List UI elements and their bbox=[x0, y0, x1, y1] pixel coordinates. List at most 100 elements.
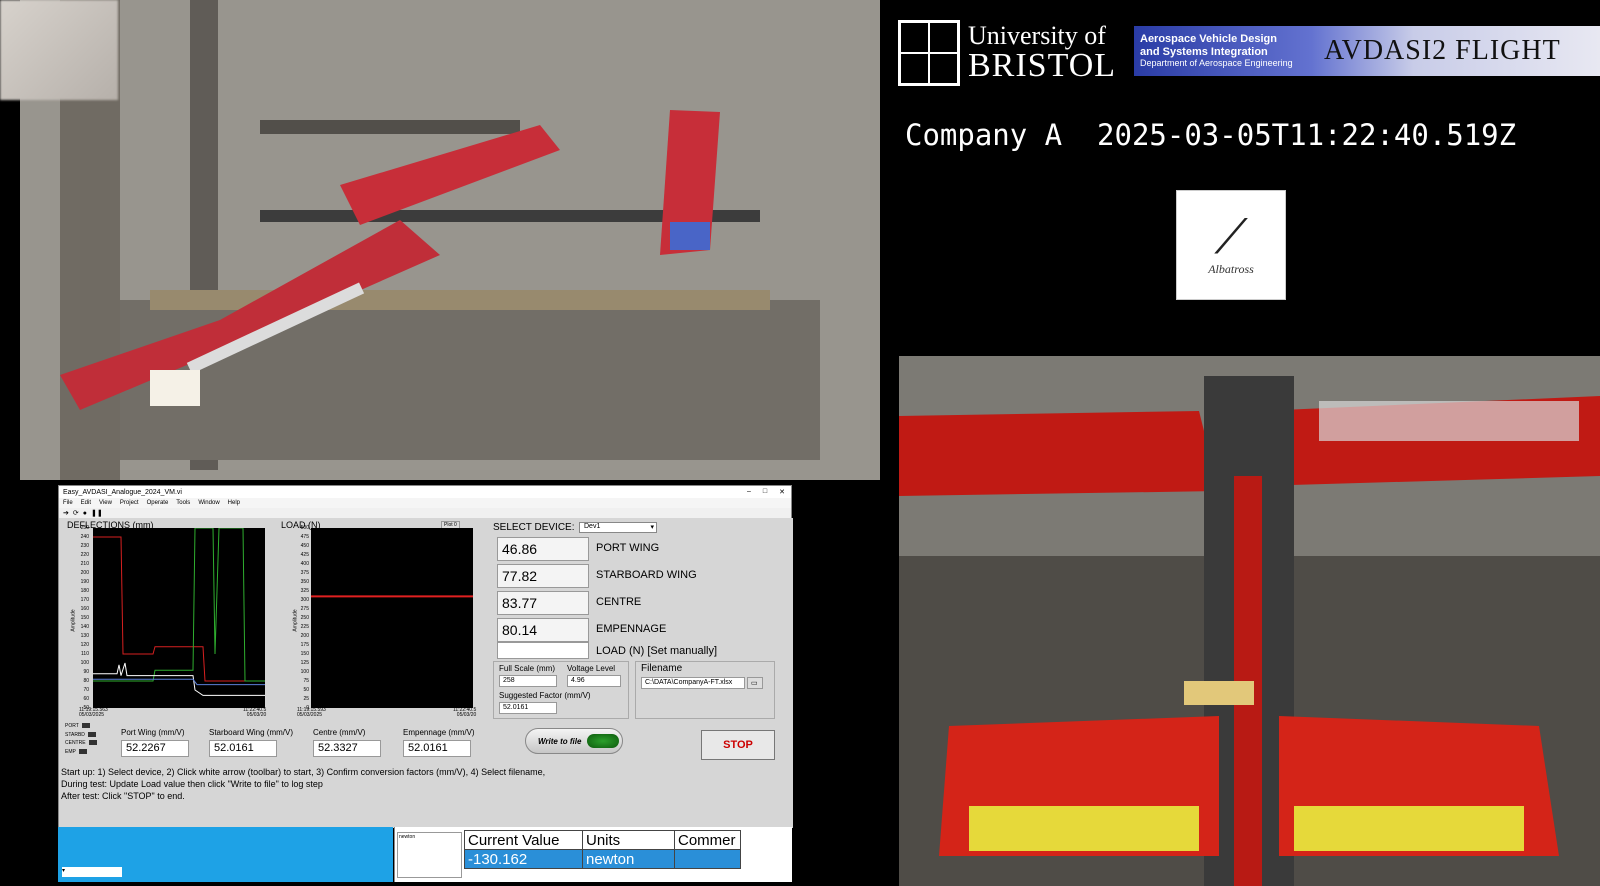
close-icon[interactable]: ✕ bbox=[779, 488, 785, 496]
banner-brand: AVDASI2 FLIGHT bbox=[1324, 35, 1561, 66]
deflection-tick-label: 210 bbox=[80, 561, 89, 567]
avdasi-banner: Aerospace Vehicle Design and Systems Int… bbox=[1134, 26, 1600, 76]
table-row[interactable]: -130.162 newton bbox=[464, 849, 741, 869]
university-crest-icon bbox=[898, 20, 960, 86]
abort-icon[interactable]: ● bbox=[83, 510, 87, 517]
test-rig-camera-feed bbox=[20, 0, 880, 480]
chevron-down-icon: ▾ bbox=[650, 524, 654, 531]
blue-panel-control[interactable]: ▾ bbox=[62, 867, 122, 877]
suggested-factor-value: 52.0161 bbox=[499, 702, 557, 714]
banner-line-3: Department of Aerospace Engineering bbox=[1140, 58, 1293, 69]
voltage-level-label: Voltage Level bbox=[567, 664, 616, 673]
menu-view[interactable]: View bbox=[99, 500, 112, 506]
load-x-start-date: 05/03/2025 bbox=[297, 712, 323, 718]
menu-operate[interactable]: Operate bbox=[147, 500, 169, 506]
load-plot bbox=[311, 595, 473, 598]
deflection-tick-label: 110 bbox=[81, 651, 89, 657]
deflection-tick-label: 80 bbox=[83, 678, 89, 684]
deflections-x-end: 11:22:40.5 05/03/20 bbox=[243, 708, 266, 718]
cell-units: newton bbox=[582, 849, 675, 869]
filename-input[interactable]: C:\DATA\CompanyA-FT.xlsx bbox=[641, 677, 745, 689]
write-to-file-button[interactable]: Write to file bbox=[525, 728, 623, 754]
load-tick-label: 425 bbox=[300, 552, 309, 558]
load-tick-label: 275 bbox=[300, 606, 309, 612]
university-line-2: BRISTOL bbox=[968, 47, 1117, 84]
menu-tools[interactable]: Tools bbox=[176, 500, 190, 506]
legend-empennage[interactable]: EMP bbox=[65, 748, 115, 757]
deflections-graph bbox=[93, 527, 265, 708]
load-tick-label: 200 bbox=[300, 633, 309, 639]
instruction-startup: Start up: 1) Select device, 2) Click whi… bbox=[61, 767, 546, 777]
load-input[interactable] bbox=[497, 642, 589, 659]
load-tick-label: 300 bbox=[300, 597, 309, 603]
filename-label: Filename bbox=[641, 663, 683, 674]
run-arrow-icon[interactable]: ➔ bbox=[63, 509, 69, 517]
legend-starboard-label: STARBD bbox=[65, 731, 85, 738]
load-tick-label: 375 bbox=[300, 570, 309, 576]
starboard-wing-value: 77.82 bbox=[497, 564, 589, 588]
deflection-tick-label: 160 bbox=[80, 606, 89, 612]
write-led-icon bbox=[587, 734, 620, 748]
load-tick-label: 475 bbox=[300, 534, 309, 540]
port-trace bbox=[93, 536, 265, 682]
instruction-after: After test: Click "STOP" to end. bbox=[61, 791, 185, 801]
menu-edit[interactable]: Edit bbox=[81, 500, 91, 506]
load-tick-label: 450 bbox=[300, 543, 309, 549]
window-title: Easy_AVDASI_Analogue_2024_VM.vi bbox=[63, 488, 182, 496]
write-to-file-label: Write to file bbox=[538, 736, 582, 746]
run-continuous-icon[interactable]: ⟳ bbox=[73, 509, 79, 517]
suggested-factor-label: Suggested Factor (mm/V) bbox=[499, 691, 591, 700]
starboard-factor-input[interactable]: 52.0161 bbox=[209, 740, 277, 757]
deflection-tick-label: 100 bbox=[80, 660, 89, 666]
load-tick-label: 325 bbox=[300, 588, 309, 594]
legend-starboard[interactable]: STARBD bbox=[65, 731, 115, 740]
centre-value: 83.77 bbox=[497, 591, 589, 615]
load-tick-label: 25 bbox=[303, 696, 309, 702]
empennage-factor-input[interactable]: 52.0161 bbox=[403, 740, 471, 757]
menu-help[interactable]: Help bbox=[228, 500, 240, 506]
load-tick-label: 225 bbox=[300, 624, 309, 630]
menu-window[interactable]: Window bbox=[198, 500, 219, 506]
menu-project[interactable]: Project bbox=[120, 500, 139, 506]
select-device-dropdown[interactable]: Dev1 ▾ bbox=[579, 522, 657, 533]
port-factor-input[interactable]: 52.2267 bbox=[121, 740, 189, 757]
stop-button[interactable]: STOP bbox=[701, 730, 775, 760]
blurred-corner bbox=[0, 0, 118, 100]
port-wing-label: PORT WING bbox=[596, 542, 660, 554]
minimize-icon[interactable]: – bbox=[747, 488, 751, 496]
channel-list-item[interactable]: newton bbox=[399, 834, 460, 840]
load-tick-label: 175 bbox=[300, 642, 309, 648]
port-factor-label: Port Wing (mm/V) bbox=[121, 728, 185, 737]
instructions: Start up: 1) Select device, 2) Click whi… bbox=[61, 766, 545, 802]
load-x-end: 11:22:40.5 05/03/20 bbox=[453, 708, 476, 718]
menu-file[interactable]: File bbox=[63, 500, 73, 506]
load-tick-label: 75 bbox=[303, 678, 309, 684]
centre-factor-input[interactable]: 52.3327 bbox=[313, 740, 381, 757]
load-tick-label: 350 bbox=[300, 579, 309, 585]
maximize-icon[interactable]: □ bbox=[763, 488, 767, 496]
load-tick-label: 50 bbox=[303, 687, 309, 693]
empennage-trace bbox=[93, 678, 265, 686]
deflection-tick-label: 230 bbox=[80, 543, 89, 549]
banner-line-2: and Systems Integration bbox=[1140, 45, 1268, 58]
albatross-aviation-logo: ⟋ Albatross bbox=[1176, 190, 1286, 300]
deflection-tick-label: 240 bbox=[80, 534, 89, 540]
browse-folder-icon[interactable]: ▭ bbox=[747, 677, 763, 689]
deflection-tick-label: 190 bbox=[80, 579, 89, 585]
deflection-tick-label: 70 bbox=[83, 687, 89, 693]
pause-icon[interactable]: ❚❚ bbox=[91, 509, 103, 517]
deflection-tick-label: 130 bbox=[80, 633, 89, 639]
load-tick-label: 400 bbox=[300, 561, 309, 567]
channel-list[interactable]: newton bbox=[397, 832, 462, 878]
legend-port[interactable]: PORT bbox=[65, 722, 115, 731]
legend-centre[interactable]: CENTRE bbox=[65, 739, 115, 748]
full-scale-input[interactable]: 258 bbox=[499, 675, 557, 687]
deflection-tick-label: 200 bbox=[80, 570, 89, 576]
toolbar: ➔ ⟳ ● ❚❚ bbox=[59, 508, 791, 518]
banner-line-1: Aerospace Vehicle Design bbox=[1140, 33, 1277, 46]
labview-window: Easy_AVDASI_Analogue_2024_VM.vi – □ ✕ Fi… bbox=[58, 485, 793, 828]
voltage-level-value: 4.96 bbox=[567, 675, 621, 687]
header-units: Units bbox=[582, 830, 675, 850]
current-value-table: Current Value Units Commer -130.162 newt… bbox=[464, 830, 741, 869]
empennage-factor-label: Empennage (mm/V) bbox=[403, 728, 475, 737]
